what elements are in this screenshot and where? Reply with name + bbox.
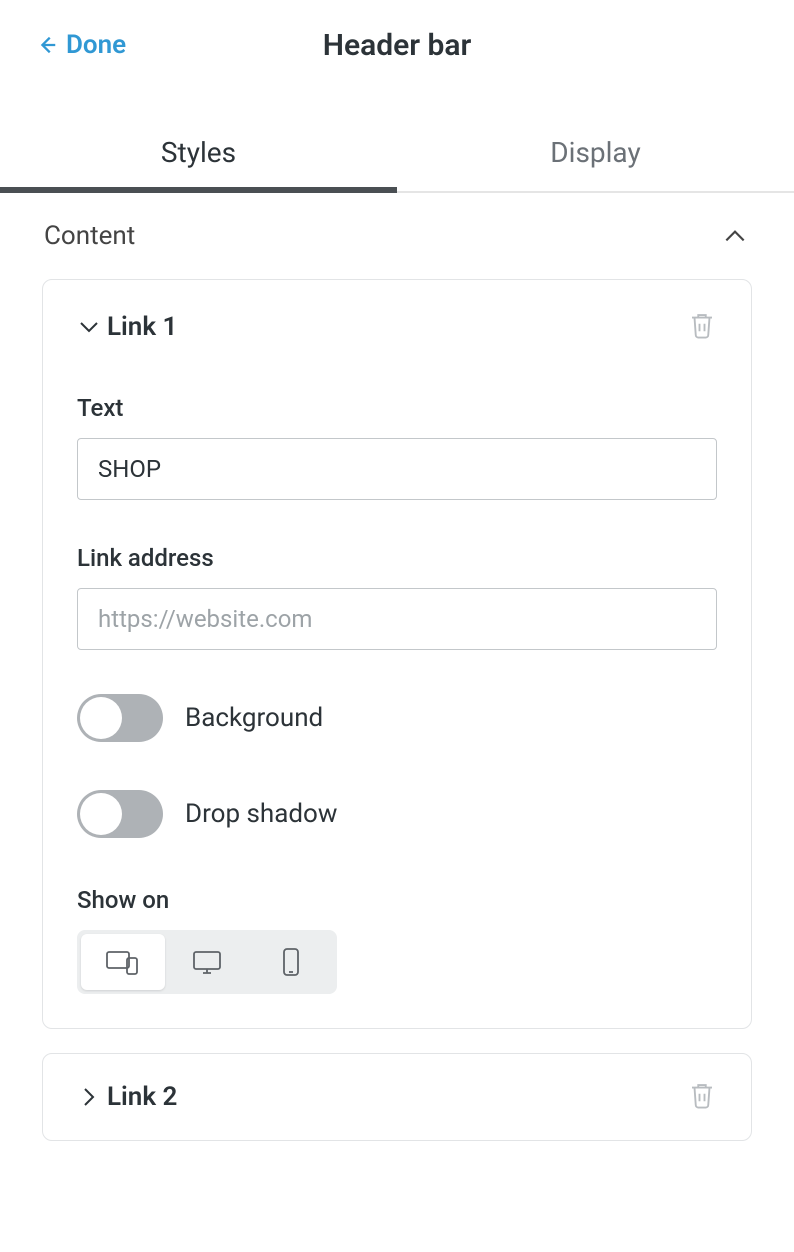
show-on-segmented xyxy=(77,930,337,994)
link2-toggle[interactable]: Link 2 xyxy=(77,1082,177,1112)
tab-display[interactable]: Display xyxy=(397,114,794,191)
link1-linkaddress-input[interactable] xyxy=(77,588,717,650)
toggle-knob xyxy=(80,697,122,739)
devices-icon xyxy=(105,948,141,976)
link1-text-input[interactable] xyxy=(77,438,717,500)
link1-text-label: Text xyxy=(77,394,717,422)
tab-styles[interactable]: Styles xyxy=(0,114,397,191)
link1-toggle[interactable]: Link 1 xyxy=(77,312,177,342)
arrow-left-icon xyxy=(36,34,58,56)
link2-title: Link 2 xyxy=(107,1082,177,1112)
section-content-label: Content xyxy=(44,221,135,251)
trash-icon xyxy=(687,310,717,340)
toggle-knob xyxy=(80,793,122,835)
link2-delete-button[interactable] xyxy=(687,1080,717,1114)
link1-delete-button[interactable] xyxy=(687,310,717,344)
chevron-down-icon xyxy=(77,315,101,339)
link2-card: Link 2 xyxy=(42,1053,752,1141)
chevron-up-icon xyxy=(722,223,748,249)
trash-icon xyxy=(687,1080,717,1110)
show-on-label: Show on xyxy=(77,886,717,914)
drop-shadow-toggle-label: Drop shadow xyxy=(185,799,337,829)
show-on-desktop-button[interactable] xyxy=(165,934,249,990)
show-on-all-button[interactable] xyxy=(81,934,165,990)
back-label: Done xyxy=(66,30,126,60)
tabs: Styles Display xyxy=(0,114,794,193)
link1-title: Link 1 xyxy=(107,312,177,342)
link1-card: Link 1 Text Link address Background Drop… xyxy=(42,279,752,1029)
link1-linkaddress-label: Link address xyxy=(77,544,717,572)
show-on-mobile-button[interactable] xyxy=(249,934,333,990)
background-toggle-label: Background xyxy=(185,703,323,733)
page-title: Header bar xyxy=(323,28,472,63)
desktop-icon xyxy=(191,948,223,976)
section-content-header[interactable]: Content xyxy=(0,193,794,279)
back-button[interactable]: Done xyxy=(36,30,126,60)
background-toggle[interactable] xyxy=(77,694,163,742)
mobile-icon xyxy=(281,947,301,977)
chevron-right-icon xyxy=(77,1085,101,1109)
drop-shadow-toggle[interactable] xyxy=(77,790,163,838)
